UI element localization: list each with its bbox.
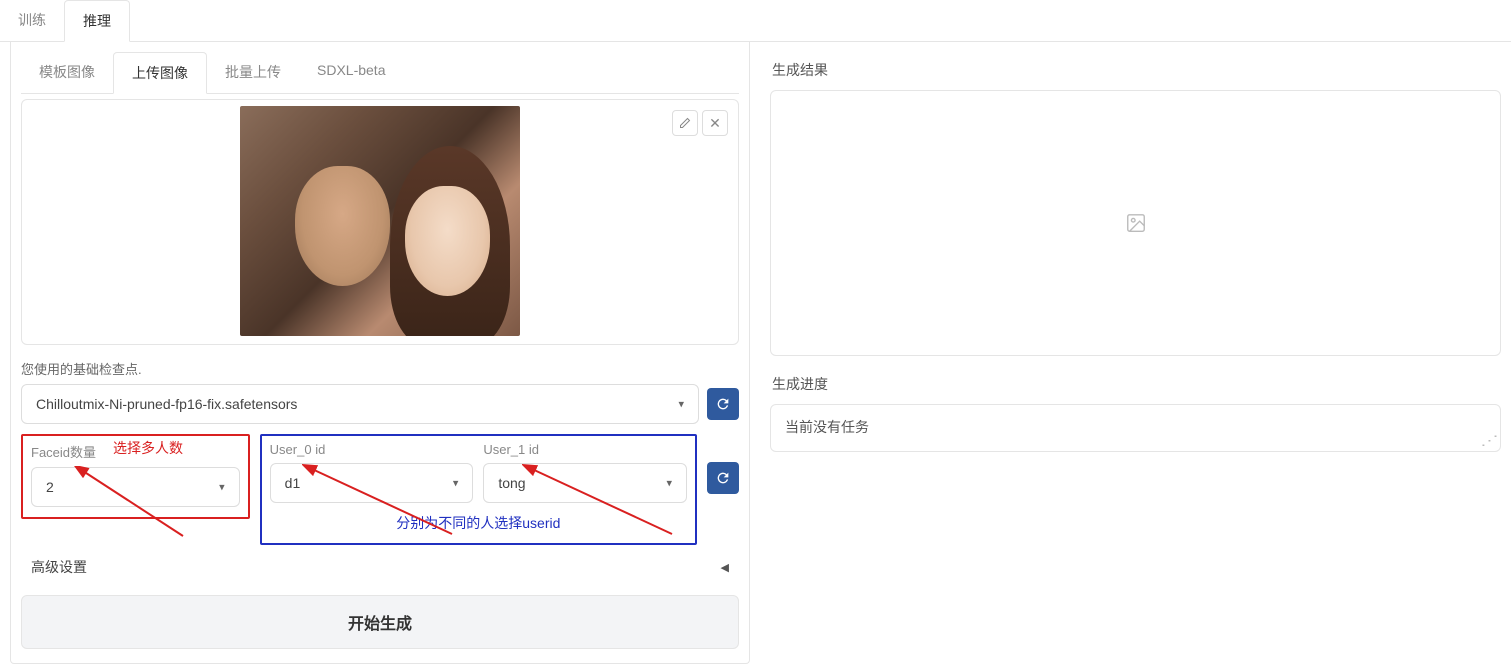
advanced-label: 高级设置 — [31, 557, 87, 577]
refresh-icon — [715, 470, 731, 486]
faceid-value: 2 — [46, 479, 54, 495]
close-icon: ✕ — [709, 115, 721, 132]
refresh-users-button[interactable] — [707, 462, 739, 494]
user1-value: tong — [498, 475, 525, 491]
edit-image-button[interactable] — [672, 110, 698, 136]
result-box — [770, 90, 1501, 356]
checkpoint-dropdown[interactable]: Chilloutmix-Ni-pruned-fp16-fix.safetenso… — [21, 384, 699, 424]
tab-train[interactable]: 训练 — [0, 0, 64, 41]
checkpoint-value: Chilloutmix-Ni-pruned-fp16-fix.safetenso… — [36, 396, 297, 412]
generate-button[interactable]: 开始生成 — [21, 595, 739, 649]
user0-dropdown[interactable]: d1 — [270, 463, 474, 503]
refresh-checkpoint-button[interactable] — [707, 388, 739, 420]
progress-label: 生成进度 — [772, 374, 1501, 394]
result-label: 生成结果 — [772, 60, 1501, 80]
user-annotation: 分别为不同的人选择userid — [270, 513, 687, 533]
userid-group: User_0 id d1 User_1 id tong 分别为不同的 — [260, 434, 697, 545]
user0-label: User_0 id — [270, 442, 474, 457]
top-tabs: 训练 推理 — [0, 0, 1511, 42]
image-placeholder-icon — [1125, 212, 1147, 234]
subtab-sdxl[interactable]: SDXL-beta — [299, 52, 403, 93]
caret-left-icon: ◀ — [721, 561, 729, 574]
faceid-annotation: 选择多人数 — [113, 438, 183, 458]
upload-image-box[interactable]: ✕ — [21, 99, 739, 345]
sub-tabs: 模板图像 上传图像 批量上传 SDXL-beta — [21, 52, 739, 94]
tab-infer[interactable]: 推理 — [64, 0, 130, 42]
refresh-icon — [715, 396, 731, 412]
subtab-batch[interactable]: 批量上传 — [207, 52, 299, 93]
subtab-upload[interactable]: 上传图像 — [113, 52, 207, 94]
resize-handle-icon[interactable]: ⋰ — [1480, 433, 1498, 449]
infer-panel: 模板图像 上传图像 批量上传 SDXL-beta ✕ — [10, 42, 750, 664]
checkpoint-label: 您使用的基础检查点. — [21, 359, 739, 378]
faceid-group: Faceid数量 选择多人数 2 — [21, 434, 250, 519]
clear-image-button[interactable]: ✕ — [702, 110, 728, 136]
user1-label: User_1 id — [483, 442, 687, 457]
user0-value: d1 — [285, 475, 301, 491]
progress-text: 当前没有任务 — [785, 419, 869, 435]
subtab-template[interactable]: 模板图像 — [21, 52, 113, 93]
uploaded-photo — [240, 106, 520, 336]
pencil-icon — [679, 117, 691, 129]
faceid-dropdown[interactable]: 2 — [31, 467, 240, 507]
user1-dropdown[interactable]: tong — [483, 463, 687, 503]
progress-box: 当前没有任务 ⋰ — [770, 404, 1501, 452]
advanced-settings-accordion[interactable]: 高级设置 ◀ — [21, 545, 739, 589]
